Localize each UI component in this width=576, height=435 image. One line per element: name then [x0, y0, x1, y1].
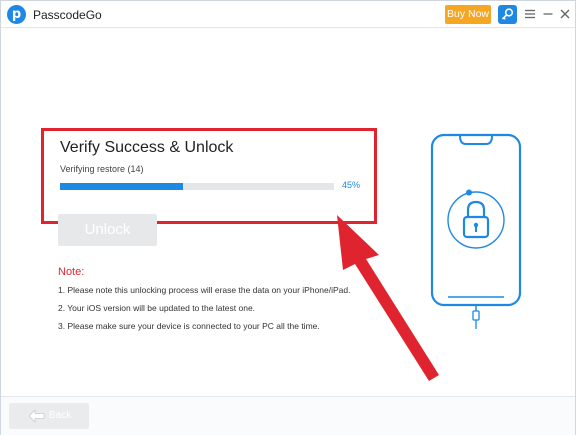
note-title: Note: — [58, 266, 85, 278]
note-item: 3. Please make sure your device is conne… — [58, 321, 320, 331]
back-label: Back — [49, 410, 72, 421]
key-button[interactable] — [498, 5, 517, 24]
passcodego-logo-icon: p — [7, 5, 26, 24]
close-icon[interactable] — [559, 7, 571, 21]
note-item: 2. Your iOS version will be updated to t… — [58, 303, 256, 313]
footer-bar: Back — [1, 396, 575, 435]
key-icon — [501, 8, 514, 20]
title-bar: p PasscodeGo Buy Now — [1, 1, 575, 28]
menu-icon[interactable] — [523, 7, 537, 21]
back-arrow-icon — [29, 410, 45, 422]
progress-percent: 45% — [342, 180, 361, 190]
verify-status-text: Verifying restore (14) — [60, 164, 144, 174]
verify-title: Verify Success & Unlock — [60, 139, 234, 156]
main-content: Verify Success & Unlock Verifying restor… — [1, 29, 575, 396]
progress-bar-fill — [60, 183, 184, 190]
verify-status-panel: Verify Success & Unlock Verifying restor… — [41, 128, 377, 224]
app-title: PasscodeGo — [33, 8, 102, 22]
progress-bar — [60, 183, 334, 190]
minimize-icon[interactable] — [542, 7, 554, 21]
unlock-button[interactable]: Unlock — [58, 214, 157, 246]
back-button[interactable]: Back — [9, 403, 89, 429]
note-item: 1. Please note this unlocking process wi… — [58, 285, 351, 295]
red-arrow-annotation — [337, 215, 439, 381]
buy-now-button[interactable]: Buy Now — [445, 5, 491, 24]
app-window: p PasscodeGo Buy Now Verify Success & Un… — [0, 0, 576, 435]
